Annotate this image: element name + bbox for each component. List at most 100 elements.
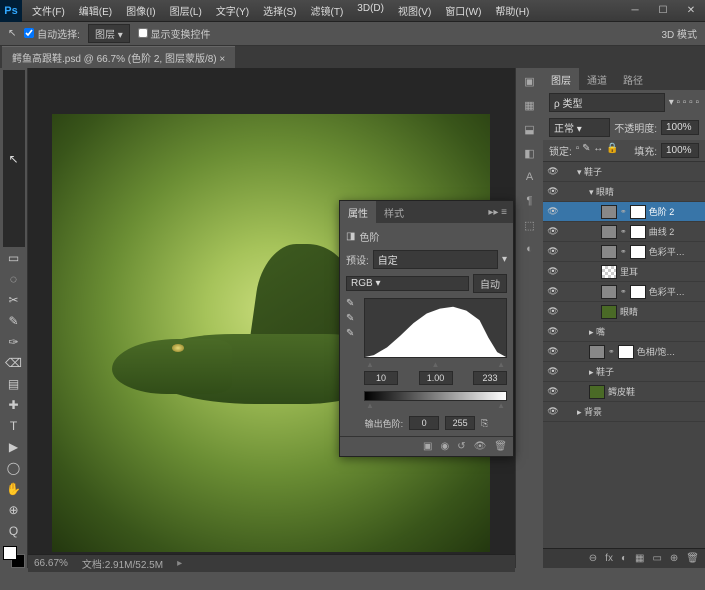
crop-tool[interactable]: ✂ [3,290,25,310]
layer-row[interactable]: 👁眼睛 [543,302,705,322]
channel-dropdown[interactable]: RGB ▾ [346,276,469,291]
input-white-field[interactable] [473,371,507,385]
mask-icon[interactable]: ◐ [621,553,627,564]
eyedropper-gray-icon[interactable]: ✎ [346,313,360,324]
visibility-icon[interactable]: 👁 [547,386,559,397]
visibility-icon[interactable]: 👁 [547,326,559,337]
view-previous-icon[interactable]: ◉ [440,441,449,452]
layer-row[interactable]: 👁⚭曲线 2 [543,222,705,242]
eraser-tool[interactable]: ⌫ [3,353,25,373]
visibility-icon[interactable]: 👁 [547,186,559,197]
menu-filter[interactable]: 滤镜(T) [305,0,350,21]
layer-list[interactable]: 👁▾ 鞋子👁▾ 眼睛👁⚭色阶 2👁⚭曲线 2👁⚭色彩平…👁里耳👁⚭色彩平…👁眼睛… [543,162,705,548]
histogram[interactable] [364,298,507,358]
layer-row[interactable]: 👁⚭色相/饱… [543,342,705,362]
character-panel-icon[interactable]: A [521,168,539,186]
blend-mode-dropdown[interactable]: 正常 ▾ [549,118,610,137]
preset-dropdown[interactable]: 自定 [373,250,498,269]
zoom-tool[interactable]: ⊕ [3,500,25,520]
preset-menu-icon[interactable]: ▾ [502,254,507,265]
toggle-visibility-icon[interactable]: 👁 [474,441,487,452]
quickmask-tool[interactable]: Q [3,521,25,541]
move-tool[interactable]: ↖ [3,70,25,247]
healing-tool[interactable]: ✚ [3,395,25,415]
lock-icons[interactable]: ▫ ✎ ↔ 🔒 [576,143,619,158]
hand-tool[interactable]: ✋ [3,479,25,499]
swatches-panel-icon[interactable]: ▦ [521,96,539,114]
zoom-level[interactable]: 66.67% [34,558,68,569]
delete-layer-icon[interactable]: 🗑 [686,553,699,564]
output-black-field[interactable] [409,416,439,430]
menu-window[interactable]: 窗口(W) [439,0,487,21]
close-button[interactable]: ✕ [677,0,705,22]
menu-select[interactable]: 选择(S) [257,0,302,21]
tab-channels[interactable]: 通道 [579,68,615,91]
output-gradient[interactable] [364,391,507,401]
adjustments-panel-icon[interactable]: ⬓ [521,120,539,138]
visibility-icon[interactable]: 👁 [547,246,559,257]
visibility-icon[interactable]: 👁 [547,366,559,377]
auto-select-dropdown[interactable]: 图层 ▾ [88,24,130,43]
color-panel-icon[interactable]: ▣ [521,72,539,90]
input-gamma-field[interactable] [419,371,453,385]
histogram-panel-icon[interactable]: ⬚ [521,216,539,234]
menu-view[interactable]: 视图(V) [392,0,437,21]
new-layer-icon[interactable]: ⊕ [670,553,678,564]
tab-paths[interactable]: 路径 [615,68,651,91]
visibility-icon[interactable]: 👁 [547,206,559,217]
brush-tool[interactable]: ✑ [3,332,25,352]
info-panel-icon[interactable]: ◐ [521,240,539,258]
menu-help[interactable]: 帮助(H) [489,0,535,21]
menu-image[interactable]: 图像(I) [120,0,161,21]
link-layers-icon[interactable]: ⊖ [589,553,597,564]
minimize-button[interactable]: ─ [621,0,649,22]
show-transform-checkbox[interactable]: 显示变换控件 [138,26,211,41]
clip-icon[interactable]: ⎘ [481,418,488,429]
visibility-icon[interactable]: 👁 [547,406,559,417]
menu-edit[interactable]: 编辑(E) [73,0,118,21]
layer-row[interactable]: 👁▸ 背景 [543,402,705,422]
lasso-tool[interactable]: ◌ [3,269,25,289]
layer-row[interactable]: 👁⚭色阶 2 [543,202,705,222]
delete-adjustment-icon[interactable]: 🗑 [494,441,507,452]
visibility-icon[interactable]: 👁 [547,286,559,297]
type-tool[interactable]: T [3,416,25,436]
layer-filter-dropdown[interactable]: ρ 类型 [549,93,665,112]
auto-button[interactable]: 自动 [473,274,507,293]
path-tool[interactable]: ▶ [3,437,25,457]
fill-field[interactable]: 100% [661,143,699,158]
shape-tool[interactable]: ◯ [3,458,25,478]
menu-layer[interactable]: 图层(L) [164,0,208,21]
visibility-icon[interactable]: 👁 [547,266,559,277]
marquee-tool[interactable]: ▭ [3,248,25,268]
fx-icon[interactable]: fx [605,553,613,564]
auto-select-checkbox[interactable]: 自动选择: [24,26,80,41]
filter-icon[interactable]: ▾ ▫ ▫ ▫ ▫ [669,97,699,108]
visibility-icon[interactable]: 👁 [547,346,559,357]
paragraph-panel-icon[interactable]: ¶ [521,192,539,210]
layer-row[interactable]: 👁里耳 [543,262,705,282]
visibility-icon[interactable]: 👁 [547,306,559,317]
layer-row[interactable]: 👁鳄皮鞋 [543,382,705,402]
visibility-icon[interactable]: 👁 [547,166,559,177]
input-black-field[interactable] [364,371,398,385]
layer-row[interactable]: 👁⚭色彩平… [543,282,705,302]
layer-row[interactable]: 👁▾ 鞋子 [543,162,705,182]
menu-file[interactable]: 文件(F) [26,0,71,21]
panel-collapse-icon[interactable]: ▸▸ ≡ [482,203,513,222]
tab-styles[interactable]: 样式 [376,201,412,224]
output-white-field[interactable] [445,416,475,430]
tab-properties[interactable]: 属性 [340,201,376,224]
maximize-button[interactable]: ☐ [649,0,677,22]
eyedropper-white-icon[interactable]: ✎ [346,328,360,339]
visibility-icon[interactable]: 👁 [547,226,559,237]
menu-3d[interactable]: 3D(D) [351,0,390,21]
layer-row[interactable]: 👁▸ 鞋子 [543,362,705,382]
group-icon[interactable]: ▭ [652,553,661,564]
tab-layers[interactable]: 图层 [543,68,579,91]
eyedropper-tool[interactable]: ✎ [3,311,25,331]
layer-row[interactable]: 👁▸ 嘴 [543,322,705,342]
document-tab[interactable]: 鳄鱼高跟鞋.psd @ 66.7% (色阶 2, 图层蒙版/8) × [2,46,235,68]
layer-row[interactable]: 👁⚭色彩平… [543,242,705,262]
adjustment-icon[interactable]: ▦ [635,553,644,564]
